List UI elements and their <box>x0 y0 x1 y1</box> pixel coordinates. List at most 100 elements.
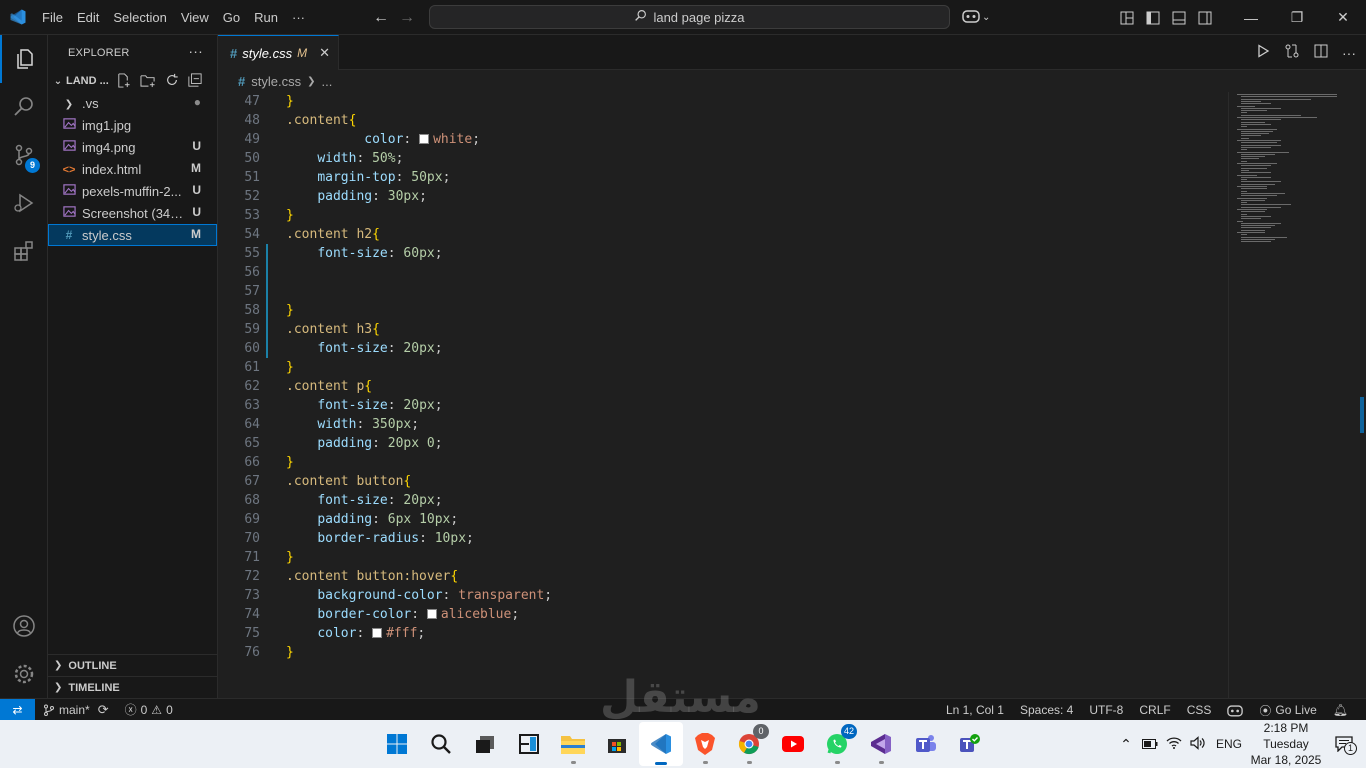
problems-status[interactable]: ⓧ 0 ⚠ 0 <box>117 699 181 721</box>
code-line: 49 color: white; <box>218 130 1228 149</box>
widgets-icon[interactable] <box>507 722 551 766</box>
explorer-icon[interactable] <box>0 35 48 83</box>
forward-arrow-icon[interactable]: → <box>394 9 420 27</box>
breadcrumb-file[interactable]: style.css <box>251 74 301 89</box>
chrome-icon[interactable]: 0 <box>727 722 771 766</box>
remote-indicator-icon[interactable]: ⇄ <box>0 698 35 721</box>
file-git-status: ● <box>193 95 201 109</box>
file-item[interactable]: img1.jpg <box>48 114 217 136</box>
new-file-icon[interactable] <box>116 73 131 91</box>
menu-go[interactable]: Go <box>216 0 247 35</box>
code-token: 6px 10px <box>387 512 451 527</box>
notifications-bell-icon[interactable]: 🔔︎ <box>1325 699 1356 721</box>
sync-icon[interactable]: ⟳ <box>98 702 109 718</box>
wifi-icon[interactable] <box>1162 736 1186 752</box>
menu-file[interactable]: File <box>35 0 70 35</box>
account-icon[interactable] <box>0 602 48 650</box>
minimap-line <box>1241 96 1337 98</box>
menu-view[interactable]: View <box>174 0 216 35</box>
youtube-icon[interactable] <box>771 722 815 766</box>
battery-icon[interactable] <box>1138 736 1162 752</box>
file-item[interactable]: ❯ .vs ● <box>48 92 217 114</box>
input-language[interactable]: ENG <box>1216 737 1242 751</box>
teams-icon[interactable] <box>903 722 947 766</box>
whatsapp-icon[interactable]: 42 <box>815 722 859 766</box>
microsoft-store-icon[interactable] <box>595 722 639 766</box>
windows-start-icon[interactable] <box>375 722 419 766</box>
visual-studio-icon[interactable] <box>859 722 903 766</box>
breadcrumb-symbol[interactable]: ... <box>321 74 332 89</box>
more-actions-icon[interactable]: ··· <box>1342 45 1356 61</box>
color-swatch[interactable] <box>372 628 383 638</box>
run-debug-icon[interactable] <box>0 179 48 227</box>
vscode-taskbar-icon[interactable] <box>639 722 683 766</box>
source-control-icon[interactable]: 9 <box>0 131 48 179</box>
notification-center-icon[interactable]: 1 <box>1322 736 1366 755</box>
indentation[interactable]: Spaces: 4 <box>1012 699 1081 721</box>
menu-run[interactable]: Run <box>247 0 285 35</box>
file-explorer-icon[interactable] <box>551 722 595 766</box>
code-token: 20px <box>403 493 435 508</box>
run-icon[interactable] <box>1256 44 1270 61</box>
code-line: 73 background-color: transparent; <box>218 586 1228 605</box>
toggle-primary-sidebar-icon[interactable] <box>1140 0 1166 35</box>
volume-icon[interactable] <box>1186 735 1210 753</box>
extensions-icon[interactable] <box>0 227 48 275</box>
language-mode[interactable]: CSS <box>1179 699 1220 721</box>
menu-more[interactable]: ··· <box>285 0 312 35</box>
timeline-section[interactable]: ❯ TIMELINE <box>48 676 218 698</box>
color-swatch[interactable] <box>419 134 430 144</box>
chevron-up-icon[interactable]: ⌃ <box>1114 736 1138 753</box>
end-of-line[interactable]: CRLF <box>1131 699 1178 721</box>
compare-changes-icon[interactable] <box>1284 43 1300 62</box>
collapse-all-icon[interactable] <box>188 73 202 91</box>
file-item[interactable]: img4.png U <box>48 136 217 158</box>
toggle-secondary-sidebar-icon[interactable] <box>1192 0 1218 35</box>
scrollbar-thumb[interactable] <box>1360 397 1364 433</box>
customize-layout-icon[interactable] <box>1114 0 1140 35</box>
restore-icon[interactable]: ❐ <box>1274 0 1320 35</box>
clock-time: 2:18 PM <box>1263 721 1309 735</box>
file-item[interactable]: <> index.html M <box>48 158 217 180</box>
editor-actions: ··· <box>1256 35 1356 70</box>
code-editor[interactable]: 47} 48 .content{49 color: white; 50 width: … <box>218 92 1228 662</box>
task-view-icon[interactable] <box>463 722 507 766</box>
copilot-button[interactable]: ⌄ <box>962 0 990 35</box>
search-icon[interactable] <box>0 83 48 131</box>
encoding[interactable]: UTF-8 <box>1081 699 1131 721</box>
search-icon[interactable] <box>419 722 463 766</box>
new-folder-icon[interactable] <box>140 73 156 91</box>
close-icon[interactable]: ✕ <box>1320 0 1366 35</box>
warning-icon: ⚠ <box>151 702 163 717</box>
branch-status[interactable]: main* ⟳ <box>35 699 117 721</box>
copilot-status-icon[interactable] <box>1219 699 1251 721</box>
code-line: 71} <box>218 548 1228 567</box>
file-item[interactable]: Screenshot (342)... U <box>48 202 217 224</box>
code-text: padding: 30px; <box>286 187 427 206</box>
tab-style-css[interactable]: # style.css M ✕ <box>218 35 339 70</box>
minimap-line <box>1241 153 1275 155</box>
menu-edit[interactable]: Edit <box>70 0 106 35</box>
back-arrow-icon[interactable]: ← <box>368 9 394 27</box>
file-item[interactable]: pexels-muffin-2... U <box>48 180 217 202</box>
go-live-button[interactable]: ⦿ Go Live <box>1251 699 1324 721</box>
outline-section[interactable]: ❯ OUTLINE <box>48 654 218 676</box>
more-actions-icon[interactable]: ··· <box>188 43 203 59</box>
color-swatch[interactable] <box>426 609 437 619</box>
brave-browser-icon[interactable] <box>683 722 727 766</box>
file-item[interactable]: # style.css M <box>48 224 217 246</box>
menu-selection[interactable]: Selection <box>106 0 173 35</box>
minimap[interactable] <box>1228 92 1366 698</box>
workspace-folder[interactable]: ⌄ LAND ... <box>48 70 217 92</box>
teams-work-icon[interactable] <box>947 722 991 766</box>
minimize-icon[interactable]: — <box>1228 0 1274 35</box>
settings-gear-icon[interactable] <box>0 650 48 698</box>
command-center-search[interactable]: land page pizza <box>429 5 950 29</box>
close-icon[interactable]: ✕ <box>319 45 330 61</box>
clock[interactable]: 2:18 PM Tuesday Mar 18, 2025 <box>1250 720 1322 768</box>
toggle-panel-icon[interactable] <box>1166 0 1192 35</box>
cursor-position[interactable]: Ln 1, Col 1 <box>938 699 1012 721</box>
refresh-icon[interactable] <box>165 73 179 91</box>
split-editor-icon[interactable] <box>1314 44 1328 61</box>
line-number: 59 <box>244 322 260 337</box>
